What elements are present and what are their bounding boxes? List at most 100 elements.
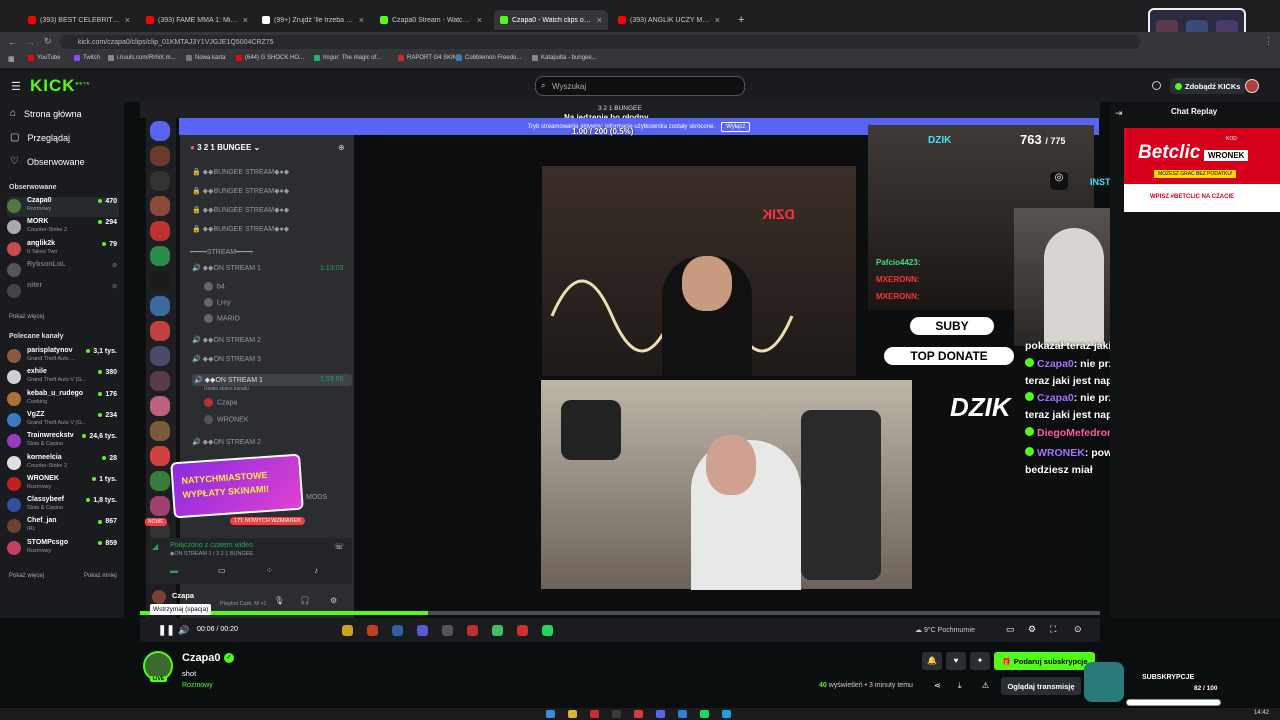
watch-stream-button[interactable]: Oglądaj transmisję: [1001, 677, 1081, 695]
voice-user[interactable]: MARIO: [204, 314, 240, 323]
os-taskbar-icon[interactable]: [634, 710, 643, 718]
kick-logo[interactable]: KICKBETA: [30, 76, 90, 96]
server-icon[interactable]: [150, 196, 170, 216]
tab-close-icon[interactable]: ×: [125, 15, 130, 25]
os-taskbar-icon[interactable]: [590, 710, 599, 718]
new-mentions-badge[interactable]: 171 NOWYCH WZMIANEK: [230, 517, 305, 525]
forward-icon[interactable]: →: [26, 37, 35, 47]
headphones-icon[interactable]: 🎧: [300, 596, 310, 605]
sidebar-channel[interactable]: kebab_u_rudego Cooking 176: [7, 390, 119, 410]
server-icon[interactable]: [150, 121, 170, 141]
sidebar-channel[interactable]: anglik2k It Takes Two 79: [7, 240, 119, 260]
bookmark-item[interactable]: Cobblemon Freedo...: [456, 55, 521, 61]
discord-channel[interactable]: 🔒 ◆◆BUNGEE STREAM◆●◆: [192, 168, 289, 176]
bookmark-item[interactable]: YouTube: [28, 55, 61, 61]
sidebar-nav-item[interactable]: ♡ Obserwowane: [10, 156, 85, 167]
bookmark-item[interactable]: i.nuuls.com/RrhiX.m...: [108, 55, 176, 61]
mic-icon[interactable]: 🎙: [274, 596, 284, 605]
os-taskbar-icon[interactable]: [568, 710, 577, 718]
user-avatar[interactable]: [1245, 79, 1259, 93]
bookmark-item[interactable]: Nowa karta: [186, 55, 225, 61]
taskbar-app-icon[interactable]: [492, 625, 503, 636]
search-input[interactable]: Wyszukaj: [535, 76, 745, 96]
sidebar-channel[interactable]: RybsonLoL ⊘: [7, 261, 119, 281]
theater-mode-icon[interactable]: ▭: [1006, 624, 1015, 635]
server-icon[interactable]: [150, 321, 170, 341]
sidebar-nav-item[interactable]: ⌂ Strona główna: [10, 108, 82, 119]
show-more-followed[interactable]: Pokaż więcej: [9, 314, 44, 320]
os-taskbar-icon[interactable]: [546, 710, 555, 718]
os-taskbar-icon[interactable]: [678, 710, 687, 718]
settings-gear-icon[interactable]: ⚙: [330, 596, 337, 605]
browser-menu-icon[interactable]: ⋮: [1264, 36, 1273, 47]
browser-tab[interactable]: (393) FAME MMA 1: Michał Ha ×: [140, 10, 254, 30]
clip-options-icon[interactable]: ⊙: [1074, 624, 1082, 635]
sidebar-channel[interactable]: korneelcia Counter-Strike 2 28: [7, 454, 119, 474]
follow-heart-icon[interactable]: ♥: [946, 652, 966, 670]
disconnect-icon[interactable]: ☏: [334, 542, 344, 551]
tab-close-icon[interactable]: ×: [715, 15, 720, 25]
server-icon[interactable]: [150, 171, 170, 191]
taskbar-app-icon[interactable]: [342, 625, 353, 636]
activities-icon[interactable]: ⁘: [266, 566, 273, 575]
sidebar-channel[interactable]: MORK Counter-Strike 2 294: [7, 218, 119, 238]
os-taskbar-icon[interactable]: [656, 710, 665, 718]
discord-user-avatar[interactable]: [152, 590, 166, 604]
server-icon[interactable]: [150, 471, 170, 491]
server-icon[interactable]: [150, 496, 170, 516]
tab-close-icon[interactable]: ×: [477, 15, 482, 25]
discord-channel[interactable]: 🔒 ◆◆BUNGEE STREAM◆●◆: [192, 206, 289, 214]
voice-user[interactable]: WRONEK: [204, 415, 249, 424]
settings-icon[interactable]: ⚙: [1028, 624, 1036, 635]
taskbar-app-icon[interactable]: [442, 625, 453, 636]
discord-server-name[interactable]: ● 3 2 1 BUNGEE ⌄: [190, 143, 260, 152]
discord-channel[interactable]: ━━━━STREAM━━━━: [190, 248, 253, 256]
bookmark-item[interactable]: RAPORT G4 SKINS: [398, 55, 461, 61]
server-icon[interactable]: [150, 146, 170, 166]
new-tab-button[interactable]: +: [738, 14, 744, 26]
kicks-coin-icon[interactable]: [1152, 81, 1161, 90]
bookmark-item[interactable]: (644) G SHOCK HO...: [236, 55, 304, 61]
sidebar-channel[interactable]: exhile Grand Theft Auto V (G... 380: [7, 368, 119, 388]
server-icon[interactable]: [150, 246, 170, 266]
taskbar-app-icon[interactable]: [467, 625, 478, 636]
add-member-icon[interactable]: ⊕: [338, 143, 345, 152]
volume-icon[interactable]: 🔊: [178, 625, 189, 636]
taskbar-app-icon[interactable]: [367, 625, 378, 636]
tab-close-icon[interactable]: ×: [597, 15, 602, 25]
sidebar-nav-item[interactable]: ▢ Przeglądaj: [10, 132, 70, 143]
camera-icon[interactable]: ▬: [170, 566, 178, 575]
apps-grid-icon[interactable]: ▦: [8, 55, 15, 63]
voice-user[interactable]: b4: [204, 282, 225, 291]
back-icon[interactable]: ←: [8, 37, 17, 47]
taskbar-app-icon[interactable]: [392, 625, 403, 636]
os-taskbar-icon[interactable]: [722, 710, 731, 718]
sidebar-channel[interactable]: Czapa0 Rozmowy 470: [7, 197, 119, 217]
browser-tab[interactable]: (393) BEST CELEBRITY LOOKALI ×: [22, 10, 136, 30]
server-icon[interactable]: [150, 271, 170, 291]
sidebar-channel[interactable]: STOMPcsgo Rozmowy 859: [7, 539, 119, 559]
sidebar-channel[interactable]: niter ⊘: [7, 282, 119, 302]
clip-category[interactable]: Rozmowy: [182, 682, 213, 689]
discord-channel[interactable]: 🔊 ◆◆ON STREAM 2: [192, 438, 261, 446]
fullscreen-icon[interactable]: ⛶: [1050, 624, 1056, 635]
browser-tab[interactable]: (393) ANGLIK UCZY MNIE ANG ×: [612, 10, 726, 30]
server-icon[interactable]: [150, 296, 170, 316]
taskbar-app-icon[interactable]: [517, 625, 528, 636]
sidebar-channel[interactable]: WRONEK Rozmowy 1 tys.: [7, 475, 119, 495]
get-kicks-button[interactable]: Zdobądź KICKs: [1170, 78, 1246, 94]
bookmark-item[interactable]: Twitch: [74, 55, 100, 61]
url-field[interactable]: kick.com/czapa0/clips/clip_01KMTAJ3Y1VJG…: [60, 35, 1140, 49]
discord-channel[interactable]: 🔊 ◆◆ON STREAM 2: [192, 336, 261, 344]
hamburger-menu-icon[interactable]: ☰: [11, 80, 21, 93]
sidebar-channel[interactable]: VgZZ Grand Theft Auto V (G... 234: [7, 411, 119, 431]
channel-name[interactable]: Czapa0: [182, 652, 221, 664]
collapse-chat-icon[interactable]: ⇥: [1115, 108, 1123, 119]
notification-bell-icon[interactable]: 🔔: [922, 652, 942, 670]
reload-icon[interactable]: ↻: [44, 36, 52, 47]
discord-channel[interactable]: 🔒 ◆◆BUNGEE STREAM◆●◆: [192, 187, 289, 195]
browser-tab[interactable]: Czapa0 - Watch clips on Kick ×: [494, 10, 608, 30]
browser-tab[interactable]: Czapa0 Stream - Watch Live on ×: [374, 10, 488, 30]
discord-channel[interactable]: 🔊 ◆◆ON STREAM 1: [192, 264, 261, 272]
sidebar-channel[interactable]: Chef_jan IRL 867: [7, 517, 119, 537]
